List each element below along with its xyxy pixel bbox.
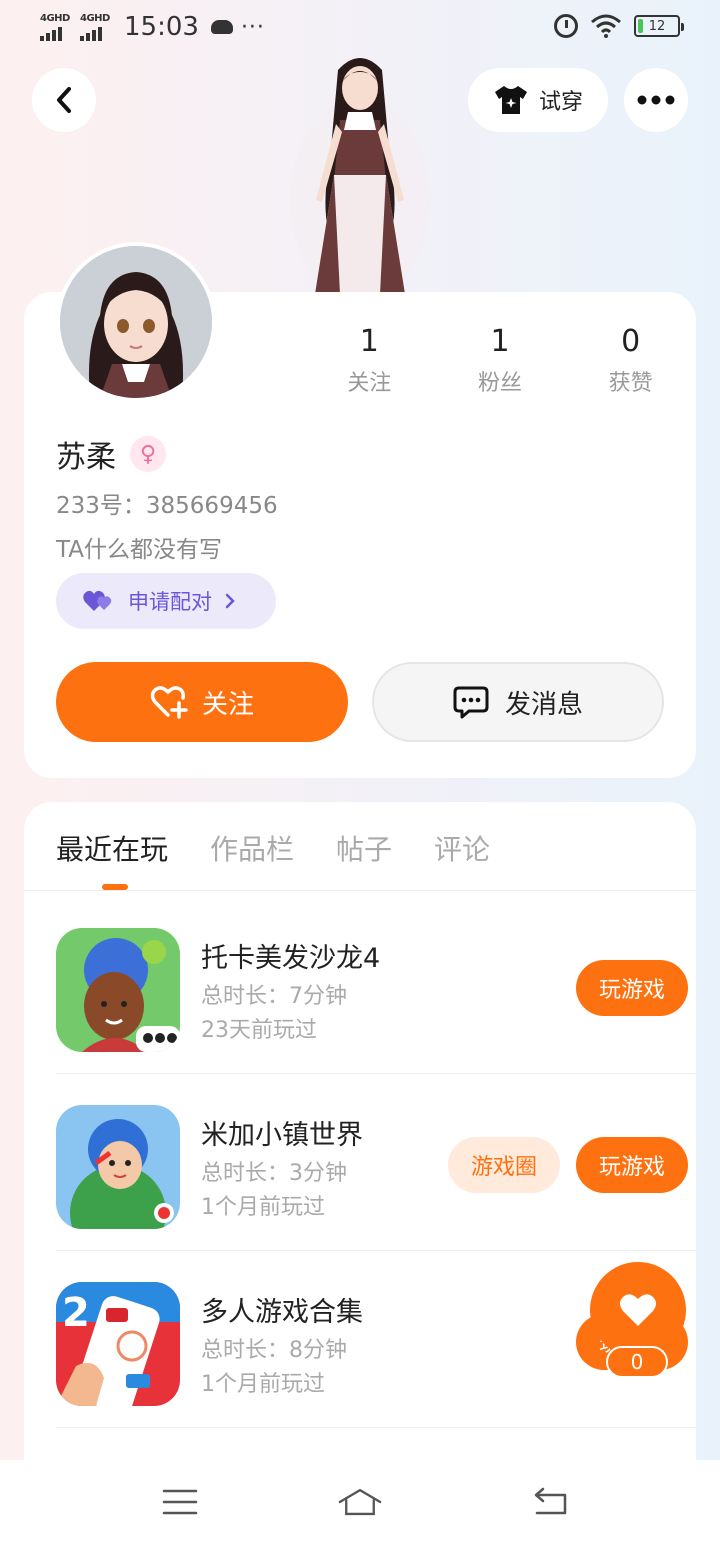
game-list-item[interactable]: 托卡美发沙龙4 总时长：7分钟 23天前玩过 玩游戏: [56, 898, 696, 1074]
like-fab-button[interactable]: [590, 1262, 686, 1358]
request-pair-label: 申请配对: [128, 590, 212, 614]
game-icon: [56, 928, 180, 1052]
more-horizontal-icon: [637, 95, 675, 105]
stat-followers[interactable]: 1 粉丝: [435, 324, 566, 397]
like-count: 0: [606, 1346, 668, 1378]
system-navigation-bar: [0, 1460, 720, 1544]
character-figure: [290, 58, 430, 294]
avatar[interactable]: [56, 242, 216, 402]
game-title: 米加小镇世界: [201, 1120, 363, 1151]
game-last-played: 23天前玩过: [201, 1018, 317, 1043]
tab-posts[interactable]: 帖子: [336, 828, 392, 868]
battery-level: 12: [648, 18, 666, 34]
stat-label: 粉丝: [478, 371, 523, 396]
menu-nav-button[interactable]: [158, 1484, 202, 1520]
status-bar: 4GHD 4GHD 15:03 ··· 12: [0, 0, 720, 56]
stat-value: 0: [621, 324, 641, 359]
stat-value: 1: [490, 324, 510, 359]
return-icon: [534, 1487, 567, 1515]
network-label: 4GHD: [80, 13, 110, 24]
profile-stats: 1 关注 1 粉丝 0 获赞: [304, 324, 696, 397]
signal-icon: 4GHD: [80, 13, 112, 41]
clock: 15:03: [124, 12, 199, 42]
tab-recently-played[interactable]: 最近在玩: [56, 828, 168, 890]
tab-divider: [24, 890, 696, 891]
stat-label: 获赞: [608, 371, 653, 396]
follow-label: 关注: [201, 689, 254, 720]
tab-comments[interactable]: 评论: [434, 828, 490, 868]
play-game-button[interactable]: 玩游戏: [576, 1137, 688, 1193]
user-name: 苏柔: [56, 440, 116, 475]
heart-icon: [620, 1294, 656, 1326]
wifi-icon: [591, 14, 621, 38]
stat-value: 1: [359, 324, 379, 359]
try-on-label: 试穿: [538, 90, 583, 115]
send-message-label: 发消息: [504, 689, 583, 720]
stat-label: 关注: [347, 371, 392, 396]
stat-likes[interactable]: 0 获赞: [565, 324, 696, 397]
female-icon: ♀: [130, 436, 166, 472]
send-message-button[interactable]: 发消息: [372, 662, 664, 742]
game-last-played: 1个月前玩过: [201, 1372, 325, 1397]
game-icon: 2: [56, 1282, 180, 1406]
profile-tabs: 最近在玩 作品栏 帖子 评论: [56, 828, 490, 890]
avatar-image: [60, 246, 212, 398]
network-label: 4GHD: [40, 13, 70, 24]
request-pair-button[interactable]: 申请配对: [56, 573, 276, 629]
game-list-item[interactable]: 米加小镇世界 总时长：3分钟 1个月前玩过 游戏圈 玩游戏: [56, 1075, 696, 1251]
menu-icon: [162, 1489, 198, 1515]
back-nav-button[interactable]: [528, 1484, 572, 1520]
user-id: 233号：385669456: [56, 493, 278, 519]
follow-button[interactable]: 关注: [56, 662, 348, 742]
home-icon: [338, 1488, 382, 1516]
more-notifications-indicator: ···: [240, 14, 265, 40]
name-row: 苏柔 ♀: [56, 432, 166, 476]
svg-text:2: 2: [62, 1290, 90, 1336]
home-nav-button[interactable]: [338, 1484, 382, 1520]
more-button[interactable]: [624, 68, 688, 132]
game-circle-button[interactable]: 游戏圈: [448, 1137, 560, 1193]
chat-bubble-icon: [453, 686, 489, 719]
game-title: 多人游戏合集: [201, 1297, 363, 1328]
heart-plus-icon: [150, 686, 188, 719]
tab-works[interactable]: 作品栏: [210, 828, 294, 868]
game-playtime: 总时长：8分钟: [201, 1338, 347, 1363]
chevron-left-icon: [57, 87, 71, 113]
battery-icon: 12: [634, 15, 684, 37]
game-last-played: 1个月前玩过: [201, 1195, 325, 1220]
try-on-button[interactable]: 试穿: [468, 68, 608, 132]
user-bio: TA什么都没有写: [56, 537, 222, 563]
content-panel: 最近在玩 作品栏 帖子 评论 托卡美发沙龙4 总时长：7分钟 23天前玩过 玩游…: [24, 802, 696, 1502]
alarm-icon: [554, 14, 578, 38]
play-game-button[interactable]: 玩游戏: [576, 960, 688, 1016]
game-title: 托卡美发沙龙4: [201, 943, 381, 974]
game-playtime: 总时长：7分钟: [201, 984, 347, 1009]
game-playtime: 总时长：3分钟: [201, 1161, 347, 1186]
chevron-right-icon: [225, 593, 235, 609]
cloud-icon: [210, 20, 233, 34]
stat-following[interactable]: 1 关注: [304, 324, 435, 397]
hearts-icon: [83, 590, 112, 611]
signal-icon: 4GHD: [40, 13, 72, 41]
back-button[interactable]: [32, 68, 96, 132]
game-icon: [56, 1105, 180, 1229]
tshirt-icon: [494, 86, 527, 114]
